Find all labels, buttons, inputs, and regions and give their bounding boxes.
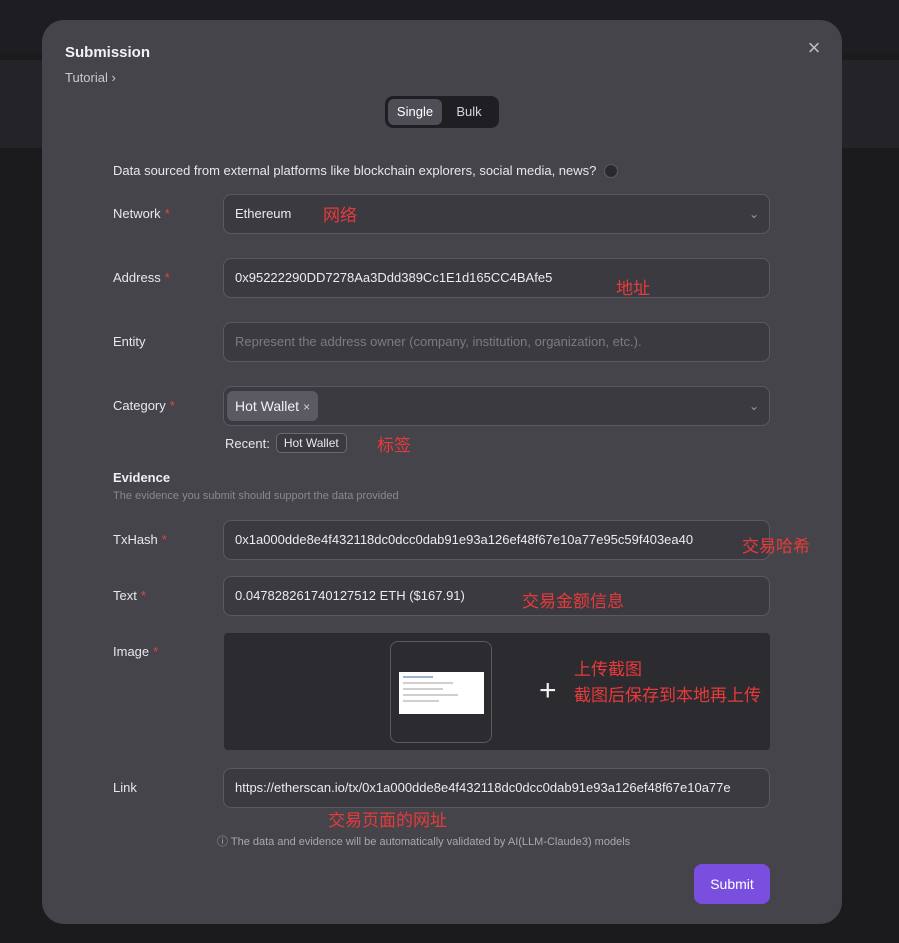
required-marker: * xyxy=(161,532,167,547)
image-label-text: Image xyxy=(113,644,150,659)
address-label-text: Address xyxy=(113,270,161,285)
tag-remove-icon[interactable]: × xyxy=(303,400,310,414)
category-label: Category * xyxy=(113,398,175,413)
category-tag-label: Hot Wallet xyxy=(235,398,300,414)
category-label-text: Category xyxy=(113,398,166,413)
recent-label: Recent: xyxy=(225,435,270,451)
mode-toggle: Single Bulk xyxy=(385,96,499,128)
text-input[interactable]: 0.047828261740127512 ETH ($167.91) xyxy=(223,576,770,616)
text-label-text: Text xyxy=(113,588,137,603)
required-marker: * xyxy=(140,588,146,603)
network-value: Ethereum xyxy=(235,206,292,221)
chevron-down-icon: ⌄ xyxy=(748,399,759,413)
annotation-image-line2: 截图后保存到本地再上传 xyxy=(574,686,761,706)
entity-input[interactable]: Represent the address owner (company, in… xyxy=(223,322,770,362)
info-icon: ⓘ xyxy=(217,836,231,848)
plus-icon[interactable]: + xyxy=(539,676,557,706)
screenshot-preview xyxy=(399,672,484,714)
tab-single[interactable]: Single xyxy=(388,99,442,125)
tutorial-label: Tutorial xyxy=(65,70,108,85)
network-label-text: Network xyxy=(113,206,161,221)
txhash-value: 0x1a000dde8e4f432118dc0dcc0dab91e93a126e… xyxy=(235,532,694,547)
evidence-title: Evidence xyxy=(113,470,171,485)
annotation-image-line1: 上传截图 xyxy=(574,660,642,680)
txhash-input[interactable]: 0x1a000dde8e4f432118dc0dcc0dab91e93a126e… xyxy=(223,520,770,560)
external-source-checkbox[interactable] xyxy=(604,163,619,178)
close-icon[interactable]: × xyxy=(804,37,824,59)
text-value: 0.047828261740127512 ETH ($167.91) xyxy=(235,588,465,603)
annotation-txhash: 交易哈希 xyxy=(742,537,810,557)
annotation-text: 交易金额信息 xyxy=(522,592,624,612)
annotation-category: 标签 xyxy=(377,436,411,456)
annotation-link: 交易页面的网址 xyxy=(328,811,447,831)
required-marker: * xyxy=(164,206,170,221)
uploaded-image-thumbnail[interactable] xyxy=(390,641,492,743)
annotation-network: 网络 xyxy=(323,206,357,226)
external-source-label: Data sourced from external platforms lik… xyxy=(113,163,597,178)
required-marker: * xyxy=(164,270,170,285)
external-source-question: Data sourced from external platforms lik… xyxy=(113,163,619,178)
validation-note: ⓘ The data and evidence will be automati… xyxy=(217,833,630,849)
txhash-label-text: TxHash xyxy=(113,532,158,547)
link-input[interactable]: https://etherscan.io/tx/0x1a000dde8e4f43… xyxy=(223,768,770,808)
required-marker: * xyxy=(169,398,175,413)
network-select[interactable]: Ethereum ⌄ xyxy=(223,194,770,234)
modal-title: Submission xyxy=(65,44,151,61)
submission-modal: Submission Tutorial › × Single Bulk Data… xyxy=(42,20,842,924)
chevron-right-icon: › xyxy=(111,70,116,85)
category-tag: Hot Wallet × xyxy=(227,391,319,421)
submit-button[interactable]: Submit xyxy=(694,864,770,904)
link-value: https://etherscan.io/tx/0x1a000dde8e4f43… xyxy=(235,780,731,795)
evidence-subtitle: The evidence you submit should support t… xyxy=(113,490,399,502)
network-label: Network * xyxy=(113,206,170,221)
recent-categories: Recent: Hot Wallet xyxy=(225,433,347,453)
address-input[interactable]: 0x95222290DD7278Aa3Ddd389Cc1E1d165CC4BAf… xyxy=(223,258,770,298)
entity-label: Entity xyxy=(113,334,146,349)
chevron-down-icon: ⌄ xyxy=(748,207,759,221)
entity-placeholder: Represent the address owner (company, in… xyxy=(235,334,642,349)
address-label: Address * xyxy=(113,270,170,285)
category-select[interactable]: Hot Wallet × ⌄ xyxy=(223,386,770,426)
txhash-label: TxHash * xyxy=(113,532,167,547)
link-label: Link xyxy=(113,780,137,795)
tutorial-link[interactable]: Tutorial › xyxy=(65,70,116,85)
image-label: Image * xyxy=(113,644,158,659)
recent-chip-hot-wallet[interactable]: Hot Wallet xyxy=(275,433,347,453)
address-value: 0x95222290DD7278Aa3Ddd389Cc1E1d165CC4BAf… xyxy=(235,270,553,285)
tab-bulk[interactable]: Bulk xyxy=(442,99,496,125)
validation-note-text: The data and evidence will be automatica… xyxy=(230,836,631,848)
text-label: Text * xyxy=(113,588,146,603)
annotation-address: 地址 xyxy=(616,279,650,299)
required-marker: * xyxy=(153,644,159,659)
